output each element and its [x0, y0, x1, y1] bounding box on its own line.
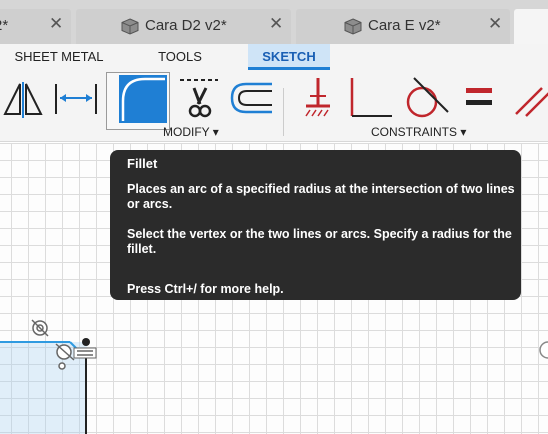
tab-label: Cara D2 v2*: [145, 17, 227, 34]
component-icon: [121, 18, 139, 35]
tangent-constraint-icon: [55, 343, 97, 370]
dimension-icon[interactable]: [54, 82, 98, 116]
tangent-icon[interactable]: [402, 74, 450, 120]
tooltip-description: Places an arc of a specified radius at t…: [127, 182, 515, 211]
toolbar-ribbon: SHEET METAL TOOLS SKETCH MODIFY ▾ CONSTR…: [0, 44, 548, 142]
document-tab-cara-e[interactable]: Cara E v2* ✕: [296, 9, 510, 44]
document-tab-1[interactable]: 2* ✕: [0, 9, 71, 44]
offset-icon[interactable]: [228, 80, 274, 116]
fillet-tooltip: Fillet Places an arc of a specified radi…: [110, 150, 521, 300]
fillet-button[interactable]: [106, 72, 170, 130]
horizontal-vertical-icon[interactable]: [348, 76, 394, 120]
constraints-group-label[interactable]: CONSTRAINTS ▾: [371, 125, 466, 139]
sketch-vertex: [82, 338, 90, 346]
constraint-glyph-icon: [539, 341, 548, 359]
tab-tools[interactable]: TOOLS: [136, 44, 224, 70]
tab-label: 2*: [0, 17, 9, 34]
tooltip-title: Fillet: [127, 156, 158, 171]
document-tab-active[interactable]: [514, 9, 548, 44]
close-icon[interactable]: ✕: [49, 14, 63, 34]
component-icon: [344, 18, 362, 35]
sketch-geometry: [0, 319, 548, 434]
close-icon[interactable]: ✕: [269, 14, 283, 34]
group-separator: [283, 88, 284, 136]
trim-icon[interactable]: [174, 74, 222, 124]
tab-sheet-metal[interactable]: SHEET METAL: [0, 44, 118, 70]
modify-group-label[interactable]: MODIFY ▾: [163, 125, 219, 139]
close-icon[interactable]: ✕: [488, 14, 502, 34]
tooltip-help-hint: Press Ctrl+/ for more help.: [127, 282, 284, 296]
parallel-icon[interactable]: [512, 78, 548, 118]
tab-label: Cara E v2*: [368, 17, 441, 34]
equal-icon[interactable]: [464, 86, 494, 108]
coincident-constraint-icon: [31, 319, 49, 337]
tooltip-instructions: Select the vertex or the two lines or ar…: [127, 227, 512, 256]
document-tab-bar: 2* ✕ Cara D2 v2* ✕ Cara E v2* ✕: [0, 0, 548, 46]
fillet-icon: [119, 75, 167, 123]
document-tab-cara-d2[interactable]: Cara D2 v2* ✕: [76, 9, 291, 44]
tab-sketch[interactable]: SKETCH: [248, 44, 330, 70]
perpendicular-icon[interactable]: [302, 76, 334, 120]
mirror-icon[interactable]: [2, 80, 44, 120]
